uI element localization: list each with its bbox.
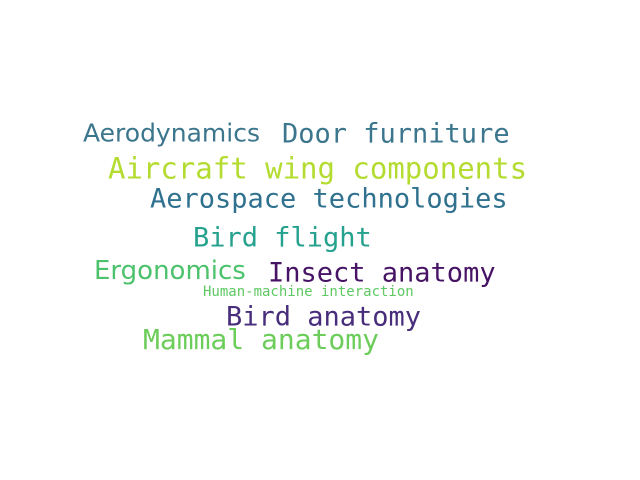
word-cloud: Aerodynamics Door furniture Aircraft win… [0, 0, 640, 480]
word-bird-flight: Bird flight [193, 222, 372, 254]
word-mammal-anatomy: Mammal anatomy [143, 323, 380, 356]
word-aircraft-wing-components: Aircraft wing components [108, 151, 528, 186]
word-ergonomics: Ergonomics [94, 256, 246, 286]
word-aerodynamics: Aerodynamics [83, 118, 260, 148]
word-human-machine-interaction: Human-machine interaction [203, 284, 414, 300]
word-door-furniture: Door furniture [282, 118, 510, 150]
word-insect-anatomy: Insect anatomy [268, 257, 496, 289]
word-aerospace-technologies: Aerospace technologies [150, 183, 508, 215]
